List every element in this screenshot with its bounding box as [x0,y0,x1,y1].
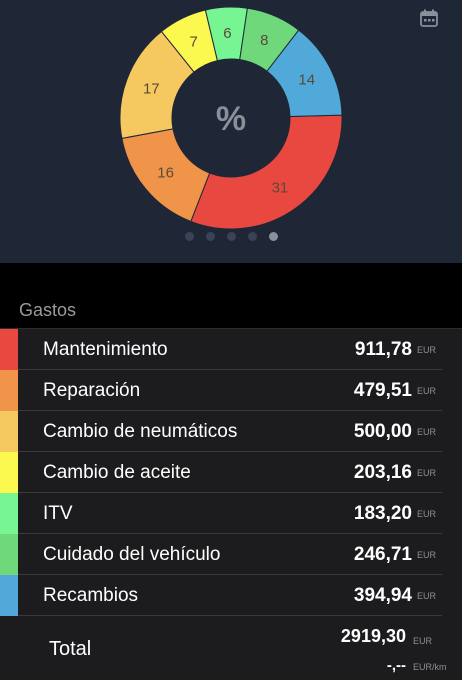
expense-label: Cuidado del vehículo [43,544,221,565]
donut-slice-label: 31 [272,180,289,197]
donut-slice-label: 16 [157,164,174,181]
category-color-bar [0,329,18,370]
expense-amount: 479,51 [353,380,412,401]
chart-center-label: % [215,100,247,138]
page-dot-active[interactable] [268,232,278,241]
expense-amount: 500,00 [353,421,412,442]
expense-unit: EUR [417,386,437,396]
donut-slice-label: 14 [298,71,315,88]
expense-unit: EUR [417,509,437,519]
total-unit: EUR [413,636,433,646]
expense-unit: EUR [417,427,437,437]
total-amount: 2919,30 [340,626,406,646]
expense-unit: EUR [417,550,437,560]
expense-amount: 246,71 [353,544,412,565]
page-dot[interactable] [247,232,257,241]
section-title: Gastos [19,300,77,320]
total-label: Total [49,638,92,660]
expense-row-cuidado[interactable]: Cuidado del vehículo 246,71 EUR [0,534,462,575]
expense-row-recambios[interactable]: Recambios 394,94 EUR [0,575,462,616]
expense-list: Mantenimiento 911,78 EUR Reparación 479,… [0,329,462,616]
category-color-bar [0,452,18,493]
expense-label: ITV [43,503,73,524]
expense-row-neumaticos[interactable]: Cambio de neumáticos 500,00 EUR [0,411,462,452]
category-color-bar [0,534,18,575]
cost-per-km-unit: EUR/km [413,662,447,672]
expense-unit: EUR [417,345,437,355]
cost-per-km-amount: -,-- [386,657,406,674]
expense-amount: 911,78 [354,339,412,360]
donut-slice-label: 7 [190,34,198,51]
expense-label: Cambio de neumáticos [43,421,238,442]
donut-slice-label: 6 [223,25,231,42]
expense-amount: 394,94 [353,585,412,606]
expense-unit: EUR [417,591,437,601]
expense-row-aceite[interactable]: Cambio de aceite 203,16 EUR [0,452,462,493]
category-color-bar [0,493,18,534]
page-indicator[interactable] [0,232,462,241]
category-color-bar [0,370,18,411]
expense-amount: 203,16 [353,462,412,483]
page-dot[interactable] [205,232,215,241]
expense-label: Reparación [43,380,141,401]
page-dot[interactable] [184,232,194,241]
expense-label: Mantenimiento [43,339,168,360]
expense-row-itv[interactable]: ITV 183,20 EUR [0,493,462,534]
expense-label: Cambio de aceite [43,462,191,483]
donut-slice-label: 8 [260,32,268,49]
expense-amount: 183,20 [353,503,412,524]
expense-unit: EUR [417,468,437,478]
expense-row-mantenimiento[interactable]: Mantenimiento 911,78 EUR [0,329,462,370]
category-color-bar [0,411,18,452]
donut-slice-label: 17 [143,80,160,97]
page-dot[interactable] [226,232,236,241]
expense-row-reparacion[interactable]: Reparación 479,51 EUR [0,370,462,411]
expense-label: Recambios [43,585,139,606]
category-color-bar [0,575,18,616]
